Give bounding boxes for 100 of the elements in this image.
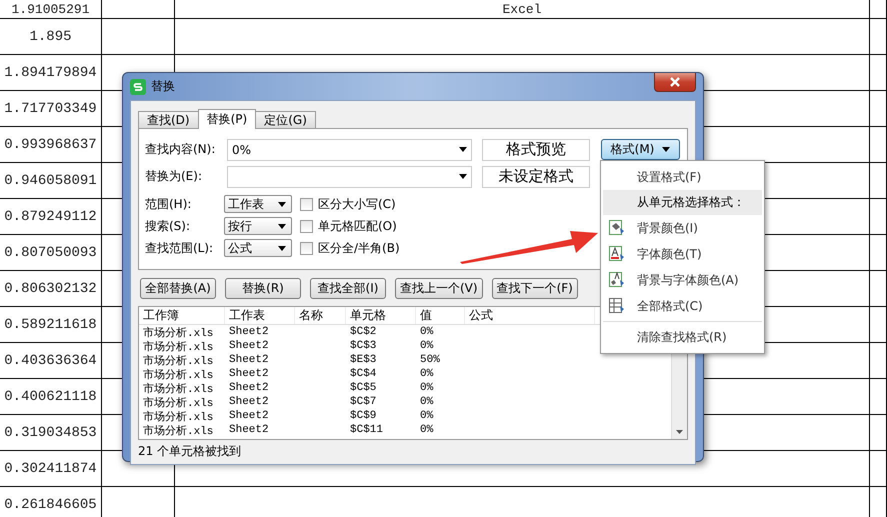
table-cell: 市场分析.xls <box>143 398 214 410</box>
table-cell: Sheet2 <box>229 340 269 352</box>
close-button[interactable] <box>654 73 696 92</box>
table-cell: 1.894179894 <box>4 64 97 80</box>
fill-font-color-icon <box>609 272 625 288</box>
checkbox-label: 单元格匹配(O) <box>318 218 397 234</box>
caret-icon <box>459 147 467 152</box>
table-cell: 0% <box>420 340 434 352</box>
dropdown[interactable]: 工作表 <box>224 195 292 213</box>
table-cell: 0.319034853 <box>4 424 97 440</box>
option-label: 搜索(S): <box>145 218 192 234</box>
dropdown[interactable]: 按行 <box>224 217 292 235</box>
table-cell: Sheet2 <box>229 368 269 380</box>
table-cell: 0% <box>420 410 434 422</box>
table-cell: 0.879249112 <box>4 208 97 224</box>
option-label: 范围(H): <box>145 196 192 212</box>
table-cell: 0% <box>420 326 434 338</box>
caret-icon <box>278 202 286 206</box>
checkbox[interactable] <box>300 242 313 254</box>
table-cell: 市场分析.xls <box>143 328 214 340</box>
table-cell: 市场分析.xls <box>143 356 214 368</box>
column-header: 公式 <box>465 307 595 324</box>
option-label: 查找范围(L): <box>145 240 214 256</box>
table-cell: $C$2 <box>350 326 376 338</box>
menu-item[interactable]: 清除查找格式(R) <box>603 324 762 350</box>
table-cell: Sheet2 <box>229 382 269 394</box>
app-logo-icon <box>130 78 146 94</box>
menu-item[interactable]: 设置格式(F) <box>603 164 762 190</box>
format-status: 未设定格式 <box>482 166 590 188</box>
window-title: 替换 <box>151 78 175 95</box>
caret-icon <box>662 147 670 152</box>
menu-header: 从单元格选择格式： <box>603 190 762 215</box>
table-cell: 0.302411874 <box>4 460 97 476</box>
table-cell: Sheet2 <box>229 354 269 366</box>
table-cell: 市场分析.xls <box>143 384 214 396</box>
action-button[interactable]: 查找上一个(V) <box>395 278 483 299</box>
grid-format-icon <box>609 298 625 314</box>
menu-item[interactable]: 背景颜色(I) <box>603 215 762 241</box>
column-header: 工作簿 <box>139 307 225 324</box>
table-cell: Sheet2 <box>229 326 269 338</box>
table-cell: Sheet2 <box>229 424 269 436</box>
column-header: 工作表 <box>225 307 295 324</box>
action-button[interactable]: 查找全部(I) <box>310 278 386 299</box>
checkbox-label: 区分大小写(C) <box>318 196 396 212</box>
table-cell: 0% <box>420 396 434 408</box>
dropdown[interactable]: 公式 <box>224 239 292 257</box>
replace-field[interactable] <box>227 166 472 188</box>
status-text: 21 个单元格被找到 <box>138 443 242 460</box>
table-cell: 市场分析.xls <box>143 370 214 382</box>
checkbox[interactable] <box>300 220 313 232</box>
table-cell: $E$3 <box>350 354 376 366</box>
column-header: 名称 <box>295 307 346 324</box>
caret-icon <box>459 174 467 179</box>
checkbox-label: 区分全/半角(B) <box>318 240 400 256</box>
action-button[interactable]: 全部替换(A) <box>140 278 216 299</box>
action-button[interactable]: 查找下一个(F) <box>492 278 578 299</box>
table-cell: 0% <box>420 424 434 436</box>
table-cell: 0.806302132 <box>4 280 97 296</box>
close-icon <box>669 77 681 87</box>
field-label: 查找内容(N): <box>145 141 216 158</box>
table-cell: 0.946058091 <box>4 172 97 188</box>
table-cell: $C$3 <box>350 340 376 352</box>
tab[interactable]: 查找(D) <box>138 111 199 128</box>
table-cell: 0.261846605 <box>4 496 97 512</box>
table-cell: 市场分析.xls <box>143 342 214 354</box>
menu-item[interactable]: 背景与字体颜色(A) <box>603 267 762 293</box>
menu-item[interactable]: 字体颜色(T) <box>603 241 762 267</box>
menu-item[interactable]: 全部格式(C) <box>603 293 762 319</box>
field-label: 替换为(E): <box>145 168 203 185</box>
table-cell: $C$11 <box>350 424 384 436</box>
table-cell: 0.589211618 <box>4 316 97 332</box>
table-cell: Sheet2 <box>229 410 269 422</box>
fill-bucket-icon <box>609 220 625 236</box>
table-cell: 0.403636364 <box>4 352 97 368</box>
tab[interactable]: 替换(P) <box>198 109 256 129</box>
column-header: 值 <box>416 307 465 324</box>
table-cell: 0% <box>420 368 434 380</box>
column-header: 单元格 <box>346 307 416 324</box>
table-cell: 0% <box>420 382 434 394</box>
find-field[interactable]: 0% <box>227 138 472 160</box>
font-color-icon <box>609 246 625 262</box>
caret-icon <box>278 224 286 228</box>
table-cell: 0.400621118 <box>4 388 97 404</box>
format-preview: 格式预览 <box>482 138 590 160</box>
table-cell: 0.807050093 <box>4 244 97 260</box>
format-button[interactable]: 格式(M) <box>601 139 680 160</box>
table-cell: $C$7 <box>350 396 376 408</box>
table-cell: 0.993968637 <box>4 136 97 152</box>
scroll-down-icon <box>676 430 683 434</box>
table-cell: 1.91005291 <box>11 2 90 16</box>
checkbox[interactable] <box>300 198 313 210</box>
table-cell: 市场分析.xls <box>143 426 214 438</box>
table-cell: 市场分析.xls <box>143 412 214 424</box>
table-cell: 1.895 <box>29 28 72 44</box>
table-cell: $C$4 <box>350 368 376 380</box>
table-cell: 50% <box>420 354 440 366</box>
action-button[interactable]: 替换(R) <box>225 278 301 299</box>
table-cell: $C$5 <box>350 382 376 394</box>
table-cell: Excel <box>502 2 542 16</box>
tab[interactable]: 定位(G) <box>255 111 316 128</box>
